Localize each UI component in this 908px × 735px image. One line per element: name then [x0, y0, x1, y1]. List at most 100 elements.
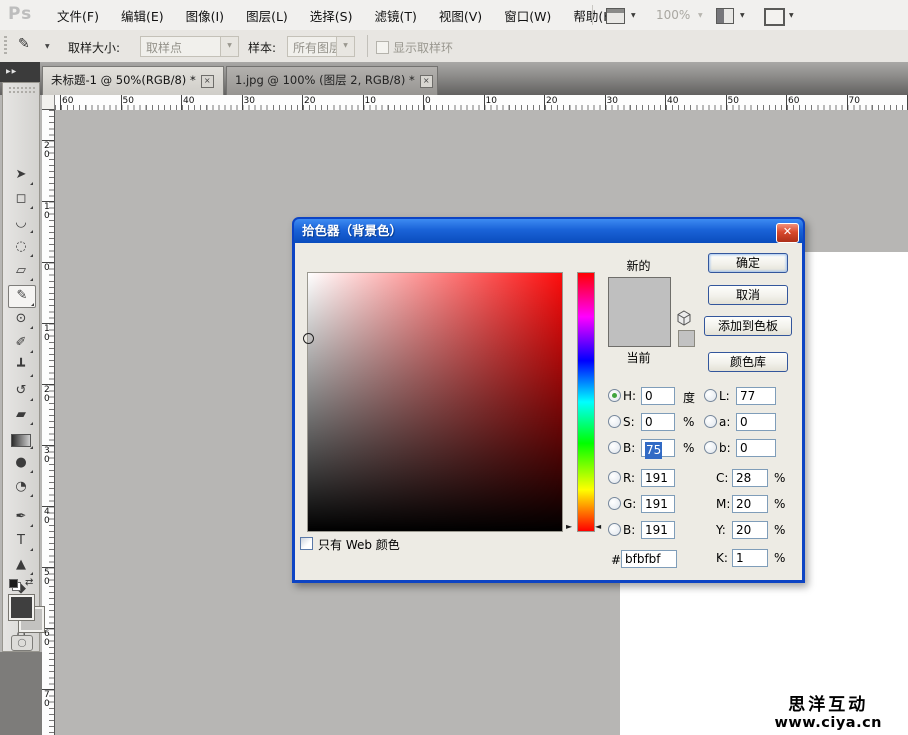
tab-1-jpg[interactable]: 1.jpg @ 100% (图层 2, RGB/8) * ×	[226, 66, 438, 95]
lab-b-input[interactable]: 0	[736, 439, 776, 457]
collapse-panels-icon[interactable]: ▶▶	[0, 62, 40, 82]
radio-l[interactable]	[704, 389, 717, 402]
clone-stamp-tool[interactable]: ┻	[8, 357, 34, 378]
clone-stamp-icon: ┻	[17, 359, 25, 374]
menu-item[interactable]: 窗口(W)	[493, 6, 562, 25]
pen-tool[interactable]: ✒	[8, 507, 34, 528]
brush-icon: ✐	[15, 335, 27, 350]
arrange-caret-icon[interactable]: ▼	[740, 12, 745, 19]
menu-item[interactable]: 选择(S)	[299, 6, 364, 25]
quick-selection-tool[interactable]: ◌	[8, 237, 34, 258]
path-selection-tool[interactable]: ▲	[8, 555, 34, 576]
m-input[interactable]: 20	[732, 495, 768, 513]
ruler-horizontal[interactable]: 60504030201001020304050607080	[55, 95, 908, 111]
type-tool[interactable]: T	[8, 531, 34, 552]
s-input[interactable]: 0	[641, 413, 675, 431]
bridge-caret-icon[interactable]: ▼	[631, 12, 636, 19]
default-colors-icon[interactable]	[9, 579, 21, 591]
menu-divider	[592, 5, 593, 25]
radio-g[interactable]	[608, 497, 621, 510]
menu-item[interactable]: 文件(F)	[46, 6, 110, 25]
dropdown-caret-icon[interactable]: ▼	[336, 37, 354, 56]
menu-item[interactable]: 视图(V)	[428, 6, 493, 25]
h-input[interactable]: 0	[641, 387, 675, 405]
brush-tool[interactable]: ✐	[8, 333, 34, 354]
blur-icon: ●	[15, 455, 27, 470]
blur-tool[interactable]: ●	[8, 453, 34, 474]
rgb-b-input[interactable]: 191	[641, 521, 675, 539]
gradient-tool[interactable]	[8, 429, 34, 450]
history-brush-tool[interactable]: ↺	[8, 381, 34, 402]
sample-label: 样本:	[248, 41, 277, 55]
screen-mode-icon[interactable]	[764, 8, 785, 26]
screenmode-caret-icon[interactable]: ▼	[789, 12, 794, 19]
ok-button[interactable]: 确定	[708, 253, 788, 273]
eyedropper-icon[interactable]: ✎	[18, 36, 40, 56]
spot-healing-brush-tool[interactable]: ⊙	[8, 309, 34, 330]
pen-icon: ✒	[15, 509, 27, 524]
sample-dropdown[interactable]: 所有图层 ▼	[287, 36, 355, 57]
eyedropper-tool[interactable]: ✎	[8, 285, 36, 308]
swap-colors-icon[interactable]: ⇄	[25, 577, 33, 588]
hex-input[interactable]: bfbfbf	[621, 550, 677, 568]
radio-h[interactable]	[608, 389, 621, 402]
dialog-title[interactable]: 拾色器（背景色）	[294, 219, 803, 243]
r-input[interactable]: 191	[641, 469, 675, 487]
a-input[interactable]: 0	[736, 413, 776, 431]
b-input[interactable]: 75	[641, 439, 675, 459]
tool-preset-caret-icon[interactable]: ▼	[45, 43, 50, 50]
foreground-color-swatch[interactable]	[8, 594, 35, 621]
toolbox-grip	[9, 87, 35, 93]
y-unit: %	[774, 523, 786, 537]
dialog-close-button[interactable]: ✕	[776, 223, 799, 243]
menu-items: 文件(F) 编辑(E) 图像(I) 图层(L) 选择(S) 滤镜(T) 视图(V) 窗口(W)…	[46, 0, 628, 30]
type-icon: T	[17, 533, 25, 548]
cancel-button[interactable]: 取消	[708, 285, 788, 305]
menu-item[interactable]: 图像(I)	[175, 6, 235, 25]
out-of-web-gamut-cube-icon[interactable]	[676, 310, 692, 326]
color-libraries-button[interactable]: 颜色库	[708, 352, 788, 372]
tab-close-icon[interactable]: ×	[200, 75, 214, 88]
y-input[interactable]: 20	[732, 521, 768, 539]
sample-size-dropdown[interactable]: 取样点 ▼	[140, 36, 239, 57]
options-divider	[367, 35, 368, 57]
web-colors-only-checkbox[interactable]	[300, 537, 313, 550]
menu-item[interactable]: 图层(L)	[235, 6, 299, 25]
radio-b[interactable]	[608, 441, 621, 454]
photoshop-window: Ps 文件(F) 编辑(E) 图像(I) 图层(L) 选择(S) 滤镜(T) 视图(V) 窗口…	[0, 0, 908, 735]
sample-size-label: 取样大小:	[68, 41, 121, 55]
l-input[interactable]: 77	[736, 387, 776, 405]
c-input[interactable]: 28	[732, 469, 768, 487]
dropdown-caret-icon[interactable]: ▼	[220, 37, 238, 56]
ruler-vertical[interactable]: 2 01 001 02 03 04 05 06 07 0	[42, 110, 55, 735]
g-input[interactable]: 191	[641, 495, 675, 513]
add-to-swatches-button[interactable]: 添加到色板	[704, 316, 792, 336]
ruler-origin-corner[interactable]	[42, 95, 55, 110]
dodge-tool[interactable]: ◔	[8, 477, 34, 498]
quick-mask-button[interactable]: ◯	[11, 635, 33, 651]
radio-a[interactable]	[704, 415, 717, 428]
radio-r[interactable]	[608, 471, 621, 484]
menu-item[interactable]: 滤镜(T)	[363, 6, 427, 25]
lasso-tool[interactable]: ◡	[8, 213, 34, 234]
rectangular-marquee-tool[interactable]: ◻	[8, 189, 34, 210]
radio-lab-b[interactable]	[704, 441, 717, 454]
radio-s[interactable]	[608, 415, 621, 428]
show-sampling-ring-checkbox[interactable]	[376, 41, 389, 54]
launch-bridge-icon[interactable]	[606, 8, 625, 24]
web-safe-color-swatch[interactable]	[678, 330, 695, 347]
color-field-marker[interactable]	[303, 333, 314, 344]
crop-tool[interactable]: ▱	[8, 261, 34, 282]
m-unit: %	[774, 497, 786, 511]
eraser-tool[interactable]: ▰	[8, 405, 34, 426]
watermark: 思洋互动 www.ciya.cn	[774, 695, 882, 731]
menu-bar: Ps 文件(F) 编辑(E) 图像(I) 图层(L) 选择(S) 滤镜(T) 视图(V) 窗口…	[0, 0, 908, 31]
move-tool[interactable]: ➤	[8, 165, 34, 186]
lab-b-label: b:	[719, 441, 731, 455]
radio-rgb-b[interactable]	[608, 523, 621, 536]
tab-untitled-1[interactable]: 未标题-1 @ 50%(RGB/8) * ×	[42, 66, 224, 95]
arrange-documents-icon[interactable]	[716, 8, 734, 24]
tab-close-icon[interactable]: ×	[419, 75, 433, 88]
zoom-caret-icon: ▼	[698, 12, 703, 19]
menu-item[interactable]: 编辑(E)	[110, 6, 175, 25]
